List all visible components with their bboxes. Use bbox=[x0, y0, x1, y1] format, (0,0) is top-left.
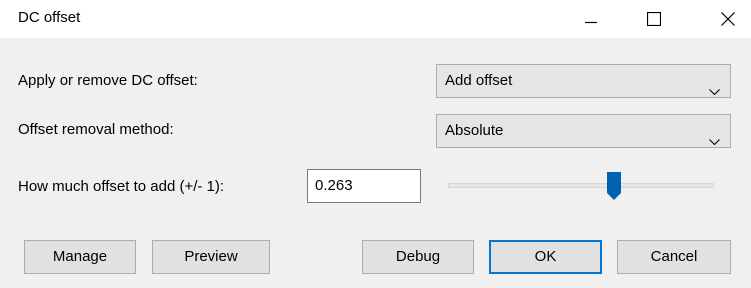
apply-remove-dropdown[interactable]: Add offset bbox=[436, 64, 731, 98]
minimize-icon bbox=[585, 13, 597, 25]
ok-button[interactable]: OK bbox=[489, 240, 602, 274]
dc-offset-dialog: DC offset Apply or remove DC offset: Add… bbox=[0, 0, 751, 288]
chevron-down-icon bbox=[709, 126, 720, 158]
chevron-down-icon bbox=[709, 76, 720, 108]
cancel-button[interactable]: Cancel bbox=[617, 240, 731, 274]
close-button[interactable] bbox=[705, 0, 751, 38]
maximize-button[interactable] bbox=[631, 0, 677, 38]
apply-remove-value: Add offset bbox=[445, 72, 513, 89]
window-title: DC offset bbox=[18, 9, 81, 26]
preview-button[interactable]: Preview bbox=[152, 240, 270, 274]
removal-method-dropdown[interactable]: Absolute bbox=[436, 114, 731, 148]
maximize-icon bbox=[647, 12, 661, 26]
offset-amount-label: How much offset to add (+/- 1): bbox=[18, 178, 225, 195]
slider-thumb[interactable] bbox=[607, 172, 621, 200]
title-bar[interactable]: DC offset bbox=[0, 0, 751, 38]
offset-amount-value: 0.263 bbox=[315, 177, 353, 194]
close-icon bbox=[721, 12, 735, 26]
offset-amount-slider[interactable] bbox=[448, 172, 714, 206]
removal-method-label: Offset removal method: bbox=[18, 121, 174, 138]
manage-button[interactable]: Manage bbox=[24, 240, 136, 274]
offset-amount-input[interactable]: 0.263 bbox=[307, 169, 421, 203]
removal-method-value: Absolute bbox=[445, 122, 504, 139]
minimize-button[interactable] bbox=[568, 0, 614, 38]
dialog-body: Apply or remove DC offset: Add offset Of… bbox=[0, 38, 751, 288]
debug-button[interactable]: Debug bbox=[362, 240, 474, 274]
slider-track bbox=[448, 183, 714, 188]
apply-remove-label: Apply or remove DC offset: bbox=[18, 72, 198, 89]
